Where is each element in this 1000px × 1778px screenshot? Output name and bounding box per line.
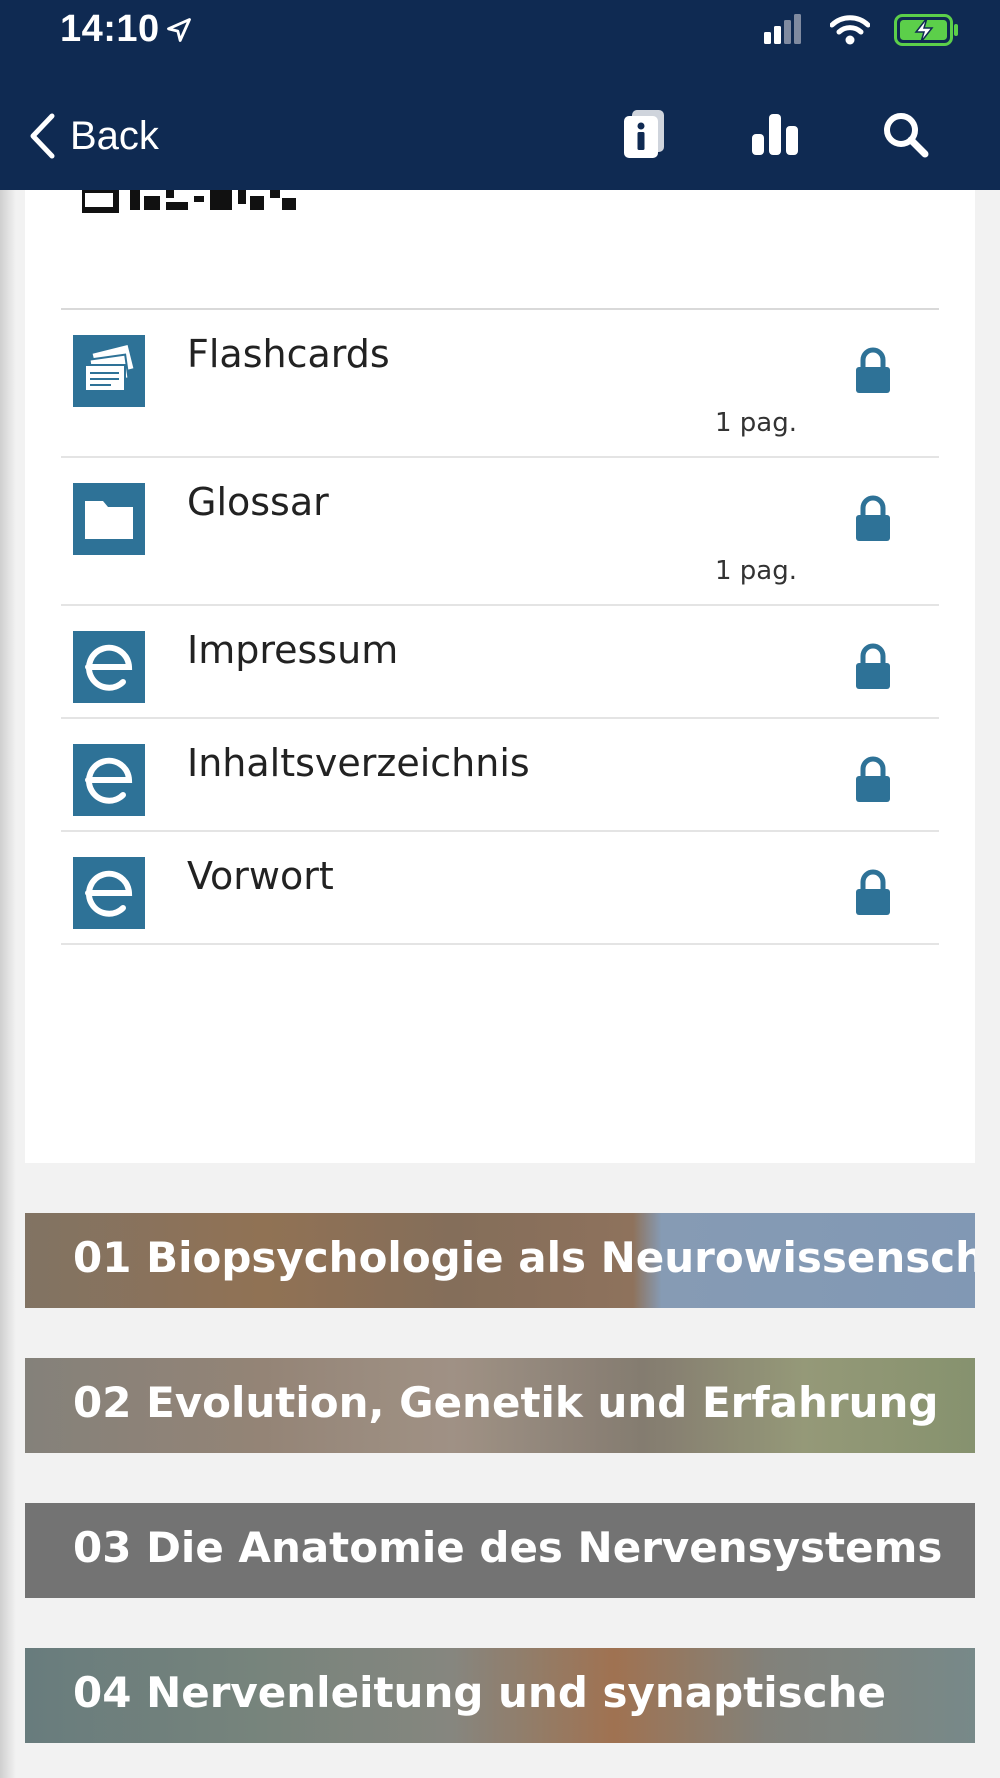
lock-icon <box>856 347 890 393</box>
item-title: Glossar <box>187 480 329 524</box>
chapter-title: 03 Die Anatomie des Nervensystems <box>73 1523 943 1572</box>
lock-icon <box>856 495 890 541</box>
battery-charging-icon <box>894 14 958 46</box>
search-button[interactable] <box>880 108 930 160</box>
book-info-icon <box>624 110 664 158</box>
chapter-title: 01 Biopsychologie als Neurowissenschaft <box>73 1233 975 1282</box>
chapter-title: 04 Nervenleitung und synaptische <box>73 1668 886 1717</box>
location-arrow-icon <box>167 18 191 42</box>
bar-chart-icon <box>752 114 798 155</box>
chapter-title: 02 Evolution, Genetik und Erfahrung <box>73 1378 939 1427</box>
chapter-banner-04[interactable]: 04 Nervenleitung und synaptische <box>25 1648 975 1743</box>
content-card: Flashcards 1 pag. Glossar 1 pag. Impress… <box>25 190 975 1163</box>
wifi-icon <box>830 15 870 45</box>
item-title: Impressum <box>187 628 399 672</box>
list-item[interactable]: Glossar 1 pag. <box>61 458 939 606</box>
item-page-count: 1 pag. <box>714 556 797 586</box>
page-edge-shadow <box>0 190 16 1778</box>
status-indicators <box>764 14 960 46</box>
e-document-icon <box>73 857 145 929</box>
status-time: 14:10 <box>60 8 160 50</box>
chapter-banner-02[interactable]: 02 Evolution, Genetik und Erfahrung <box>25 1358 975 1453</box>
list-item[interactable]: Flashcards 1 pag. <box>61 310 939 458</box>
list-item[interactable]: Vorwort <box>61 832 939 945</box>
cellular-signal-icon <box>764 14 801 44</box>
qr-code-fragment <box>82 190 296 213</box>
item-title: Vorwort <box>187 854 334 898</box>
item-title: Flashcards <box>187 332 390 376</box>
book-info-button[interactable] <box>620 108 670 160</box>
back-label: Back <box>70 113 159 158</box>
flashcards-icon <box>73 335 145 407</box>
top-bar: 14:10 Back <box>0 0 1000 190</box>
list-item[interactable]: Impressum <box>61 606 939 719</box>
e-document-icon <box>73 744 145 816</box>
lock-icon <box>856 869 890 915</box>
chevron-left-icon <box>30 113 55 159</box>
document-list: Flashcards 1 pag. Glossar 1 pag. Impress… <box>61 308 939 945</box>
item-title: Inhaltsverzeichnis <box>187 741 530 785</box>
statistics-button[interactable] <box>750 108 800 160</box>
chapter-banner-01[interactable]: 01 Biopsychologie als Neurowissenschaft <box>25 1213 975 1308</box>
list-item[interactable]: Inhaltsverzeichnis <box>61 719 939 832</box>
item-page-count: 1 pag. <box>714 408 797 438</box>
chapter-banner-03[interactable]: 03 Die Anatomie des Nervensystems <box>25 1503 975 1598</box>
lock-icon <box>856 756 890 802</box>
e-document-icon <box>73 631 145 703</box>
folder-icon <box>73 483 145 555</box>
back-button[interactable]: Back <box>28 112 159 160</box>
search-icon <box>884 113 929 158</box>
lock-icon <box>856 643 890 689</box>
